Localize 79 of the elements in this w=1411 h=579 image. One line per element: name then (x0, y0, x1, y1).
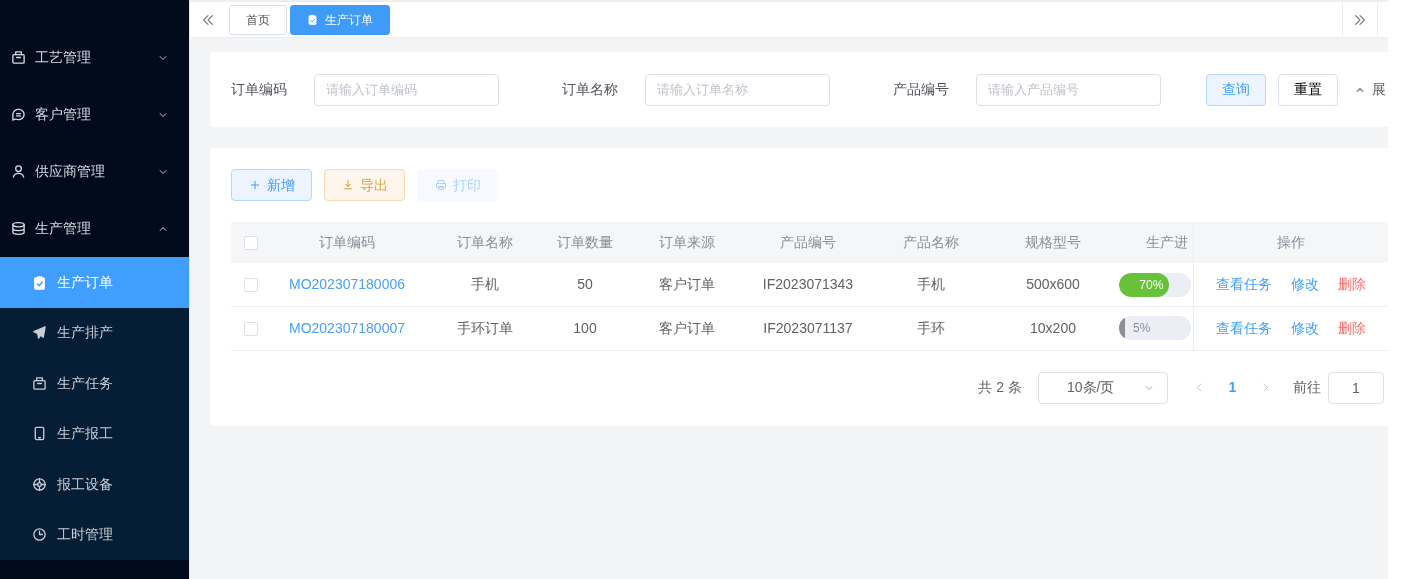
add-button[interactable]: 新增 (231, 169, 312, 201)
progress-reading: 5% (1133, 320, 1151, 338)
reset-button[interactable]: 重置 (1278, 73, 1338, 106)
input-field[interactable]: 请输入产品编号 (976, 73, 1161, 106)
database-icon (11, 221, 26, 236)
export-button[interactable]: 导出 (324, 169, 405, 201)
column-header: 产品名称 (865, 222, 997, 263)
table-cell: 客户订单 (659, 276, 715, 292)
page-size-select[interactable]: 10条/页 (1038, 371, 1168, 404)
column-header: 订单来源 (623, 222, 751, 263)
tab[interactable]: 生产订单 (290, 4, 390, 35)
table-cell: 手环 (917, 319, 945, 336)
expand-toggle[interactable]: 展 (1353, 73, 1386, 106)
table-cell: 手机 (471, 276, 499, 292)
order-code-link[interactable]: MO202307180007 (289, 319, 405, 336)
field-label: 产品编号 (893, 80, 950, 99)
sidebar-subitem[interactable]: 生产报工 (0, 408, 189, 459)
column-header: 操作 (1193, 222, 1388, 263)
sidebar-subitem[interactable]: 生产订单 (0, 257, 189, 308)
paper-plane-icon (32, 325, 47, 341)
input-field[interactable]: 请输入订单编码 (314, 73, 499, 106)
table-cell: 手机 (917, 276, 945, 292)
action-link[interactable]: 查看任务 (1215, 274, 1272, 295)
input-field[interactable]: 请输入订单名称 (645, 73, 830, 106)
sidebar-subitem[interactable]: 生产任务 (0, 358, 189, 409)
checkbox[interactable] (244, 322, 258, 337)
clock-icon (32, 527, 47, 543)
table-cell: IF2023071343 (762, 276, 854, 292)
field-label: 订单编码 (231, 80, 288, 99)
double-chevron-right-icon (1353, 12, 1367, 27)
scroll-right-button[interactable] (1342, 1, 1378, 38)
action-link[interactable]: 修改 (1290, 317, 1319, 339)
action-link[interactable]: 查看任务 (1215, 317, 1272, 339)
table-cell: 10x200 (1030, 319, 1076, 336)
column-header: 订单编码 (271, 222, 423, 263)
page-number[interactable]: 1 (1216, 377, 1249, 398)
box-icon (11, 50, 26, 65)
delete-link[interactable]: 删除 (1337, 274, 1366, 295)
delete-link[interactable]: 删除 (1337, 317, 1366, 339)
table-cell: 50 (577, 276, 593, 292)
field-label: 订单名称 (562, 80, 619, 99)
sidebar-subitem[interactable]: 工时管理 (0, 509, 189, 560)
order-code-link[interactable]: MO202307180006 (289, 276, 405, 292)
person-icon (11, 164, 26, 179)
tab[interactable]: 首页 (229, 4, 287, 35)
box-icon (32, 375, 47, 391)
printer-icon (434, 179, 447, 191)
progress-reading: 70% (1139, 276, 1164, 294)
column-header: 生产进 (1109, 222, 1193, 263)
double-chevron-left-icon (201, 12, 215, 27)
tablet-icon (32, 426, 47, 442)
column-header: 订单数量 (547, 222, 623, 263)
sidebar-subitem[interactable]: 报工设备 (0, 459, 189, 510)
sidebar-subitem[interactable]: 生产排产 (0, 307, 189, 358)
sidebar-item[interactable]: 工艺管理 (0, 29, 189, 86)
column-header: 产品编号 (751, 222, 865, 263)
clipboard-icon (307, 14, 318, 25)
download-icon (341, 179, 354, 191)
sidebar-item[interactable]: 供应商管理 (0, 143, 189, 200)
column-header: 订单名称 (423, 222, 547, 263)
checkbox[interactable] (244, 278, 258, 293)
clipboard-icon (32, 274, 47, 290)
column-header: 规格型号 (997, 222, 1109, 263)
sidebar-item[interactable]: 客户管理 (0, 86, 189, 143)
table-cell: 手环订单 (457, 319, 513, 336)
goto-label: 前往 (1293, 378, 1321, 397)
page-input[interactable]: 1 (1328, 371, 1384, 404)
total-count: 共 2 条 (978, 378, 1022, 397)
chat-icon (11, 107, 26, 122)
plus-icon (248, 179, 261, 191)
wheel-icon (32, 476, 47, 492)
table-cell: 客户订单 (659, 319, 715, 336)
table-cell: 100 (573, 319, 597, 336)
search-button[interactable]: 查询 (1206, 73, 1266, 106)
checkbox[interactable] (244, 236, 258, 251)
table-cell: 500x600 (1026, 276, 1080, 292)
action-link[interactable]: 修改 (1290, 274, 1319, 295)
sidebar-item[interactable]: 生产管理 (0, 200, 189, 257)
table-cell: IF2023071137 (763, 319, 853, 336)
